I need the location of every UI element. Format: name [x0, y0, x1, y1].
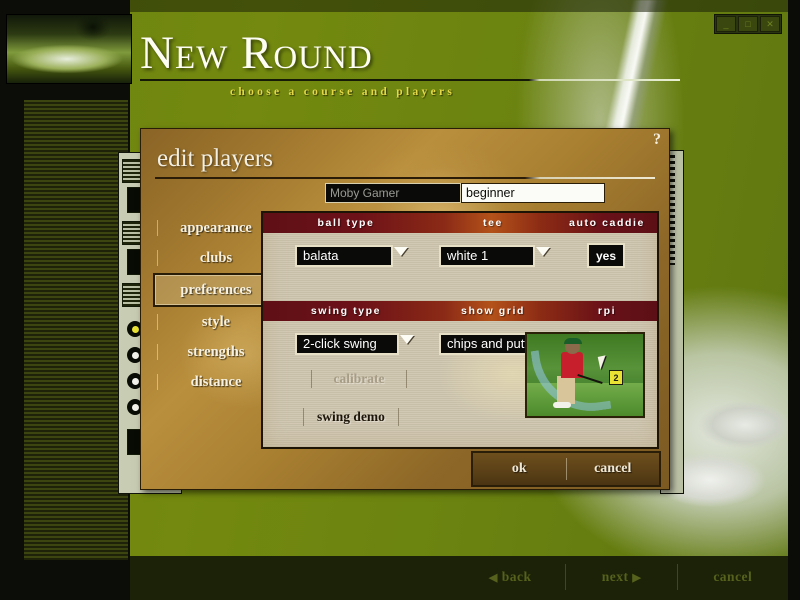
preview-golfer-shoe — [553, 402, 571, 408]
column-header-rpi: rpi — [557, 305, 657, 317]
sidebar-item-label: appearance — [180, 220, 252, 237]
page-title: New Round — [140, 30, 700, 77]
wizard-cancel-button[interactable]: cancel — [678, 569, 788, 585]
tick-mark — [303, 408, 304, 426]
tick-mark — [157, 220, 158, 236]
cursor-icon — [598, 355, 609, 369]
ok-button[interactable]: ok — [473, 461, 566, 477]
player-identity-row: Moby Gamer beginner — [325, 183, 605, 205]
section-body-swing: 2-click swing chips and putts yes calibr… — [263, 321, 657, 428]
click-count-badge: 2 — [609, 370, 623, 385]
tick-mark — [157, 314, 158, 330]
chevron-down-icon[interactable] — [536, 247, 550, 256]
swing-type-value[interactable]: 2-click swing — [295, 333, 399, 355]
next-button[interactable]: next ▶ — [566, 569, 676, 585]
back-button[interactable]: ◀ back — [455, 569, 565, 585]
column-header-ball-type: ball type — [263, 217, 429, 229]
dialog-title: edit players — [157, 145, 273, 173]
maximize-icon[interactable]: □ — [738, 16, 758, 32]
skill-level-input[interactable]: beginner — [461, 183, 605, 203]
tick-mark — [398, 408, 399, 426]
preview-golfer-legs — [557, 376, 575, 404]
close-icon[interactable]: ✕ — [760, 16, 780, 32]
tick-mark — [157, 374, 158, 390]
back-label: back — [502, 569, 532, 584]
dialog-actions: ok cancel — [471, 451, 661, 487]
help-icon[interactable]: ? — [653, 131, 661, 149]
ball-type-dropdown[interactable]: balata — [295, 245, 393, 267]
swing-preview-image[interactable]: 2 — [525, 332, 645, 418]
cancel-button[interactable]: cancel — [567, 461, 660, 477]
course-photo-thumbnail — [6, 14, 132, 84]
game-screen: _ □ ✕ New Round choose a course and play… — [0, 0, 800, 600]
window-controls: _ □ ✕ — [714, 14, 782, 34]
minimize-icon[interactable]: _ — [716, 16, 736, 32]
page-subtitle: choose a course and players — [230, 86, 700, 98]
left-striped-panel — [24, 100, 128, 560]
title-divider — [140, 79, 680, 81]
chevron-down-icon[interactable] — [400, 335, 414, 344]
swing-demo-button[interactable]: swing demo — [303, 406, 399, 428]
section-header-swing: swing type show grid rpi — [263, 301, 657, 321]
sidebar-item-label: clubs — [200, 250, 232, 267]
next-label: next — [602, 569, 629, 584]
ball-type-value[interactable]: balata — [295, 245, 393, 267]
calibrate-button[interactable]: calibrate — [311, 368, 407, 390]
sidebar-item-label: preferences — [180, 282, 251, 299]
arrow-right-icon: ▶ — [632, 572, 641, 584]
page-header: New Round choose a course and players — [140, 30, 700, 98]
column-header-show-grid: show grid — [429, 305, 557, 317]
sidebar-item-label: distance — [191, 374, 242, 391]
sidebar-item-label: strengths — [188, 344, 245, 361]
tree-shadow — [73, 17, 113, 51]
preferences-panel: ball type tee auto caddie balata white 1… — [261, 211, 659, 449]
section-header-ball: ball type tee auto caddie — [263, 213, 657, 233]
preview-golfer-cap — [564, 338, 582, 344]
auto-caddie-toggle[interactable]: yes — [587, 243, 625, 268]
tee-value[interactable]: white 1 — [439, 245, 535, 267]
column-header-auto-caddie: auto caddie — [557, 217, 657, 229]
dialog-title-divider — [155, 177, 655, 179]
tick-mark — [157, 344, 158, 360]
top-bar — [130, 0, 788, 12]
column-header-tee: tee — [429, 217, 557, 229]
wizard-navigation: ◀ back next ▶ cancel — [455, 560, 788, 594]
swing-type-dropdown[interactable]: 2-click swing — [295, 333, 399, 355]
tee-dropdown[interactable]: white 1 — [439, 245, 535, 267]
section-body-ball: balata white 1 yes — [263, 233, 657, 301]
tick-mark — [311, 370, 312, 388]
arrow-left-icon: ◀ — [489, 572, 498, 584]
column-header-swing-type: swing type — [263, 305, 429, 317]
right-dark-margin — [788, 0, 800, 600]
sidebar-item-label: style — [202, 314, 230, 331]
chevron-down-icon[interactable] — [394, 247, 408, 256]
edit-players-dialog: ? edit players Moby Gamer beginner appea… — [140, 128, 670, 490]
tick-mark — [157, 250, 158, 266]
tick-mark — [406, 370, 407, 388]
calibrate-label: calibrate — [334, 371, 385, 387]
player-name-input[interactable]: Moby Gamer — [325, 183, 461, 203]
swing-demo-label: swing demo — [317, 409, 385, 425]
